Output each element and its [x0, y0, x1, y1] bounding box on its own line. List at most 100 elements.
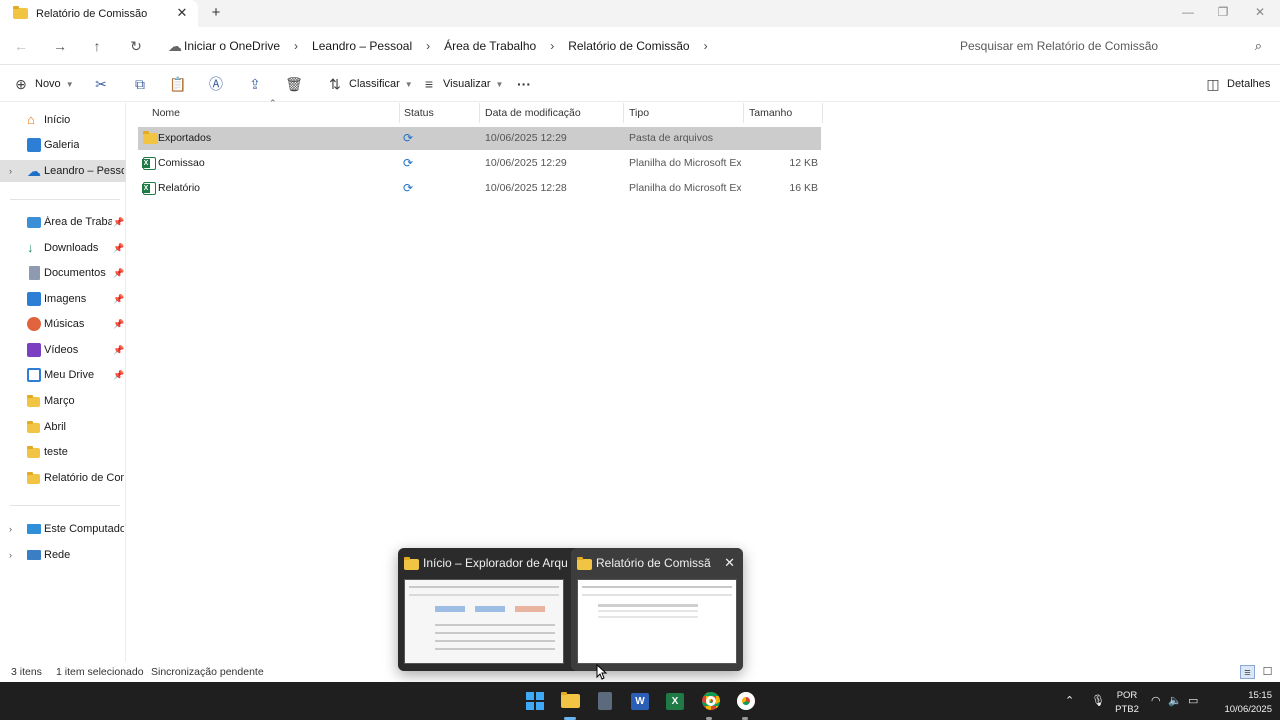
breadcrumb-leandro[interactable]: Leandro – Pessoal	[312, 39, 412, 53]
sidebar-item-musicas[interactable]: Músicas 📌	[0, 313, 126, 335]
up-button[interactable]: ↑	[88, 37, 106, 55]
share-icon[interactable]: ⇪	[245, 74, 265, 94]
chevron-right-icon[interactable]: ›	[704, 39, 708, 53]
pin-icon[interactable]: 📌	[113, 319, 124, 330]
cut-icon[interactable]: ✂	[91, 74, 111, 94]
close-window-button[interactable]: ✕	[1252, 4, 1268, 20]
column-header-size[interactable]: Tamanho	[749, 103, 792, 123]
sidebar-item-este-computador[interactable]: › Este Computador	[0, 518, 126, 540]
sidebar-label: Este Computador	[44, 523, 124, 535]
language-indicator[interactable]: POR	[1112, 690, 1142, 701]
chevron-right-icon[interactable]: ›	[9, 166, 12, 176]
sidebar-item-teste[interactable]: teste	[0, 441, 126, 463]
pin-icon[interactable]: 📌	[113, 370, 124, 381]
sidebar-item-galeria[interactable]: Galeria	[0, 134, 126, 156]
pin-icon[interactable]: 📌	[113, 268, 124, 279]
taskbar-chrome-profile-f[interactable]	[699, 689, 723, 713]
more-options-icon[interactable]: ···	[514, 74, 534, 94]
taskbar-chrome-profile-l[interactable]	[734, 689, 758, 713]
pin-icon[interactable]: 📌	[113, 243, 124, 254]
sidebar-item-marco[interactable]: Março	[0, 390, 126, 412]
file-row-comissao[interactable]: Comissao ⟳ 10/06/2025 12:29 Planilha do …	[138, 152, 821, 175]
close-thumbnail-icon[interactable]: ✕	[724, 555, 735, 571]
clock-date[interactable]: 10/06/2025	[1210, 704, 1272, 715]
breadcrumb-onedrive[interactable]: Iniciar o OneDrive	[184, 39, 280, 53]
sidebar-item-inicio[interactable]: ⌂ Início	[0, 109, 126, 131]
tab-relatorio[interactable]: Relatório de Comissão ✕	[0, 0, 198, 27]
breadcrumb-desktop[interactable]: Área de Trabalho	[444, 39, 536, 53]
forward-button[interactable]: →	[51, 37, 69, 55]
column-header-status[interactable]: Status	[404, 103, 434, 123]
network-icon	[27, 550, 41, 560]
file-row-relatorio[interactable]: Relatório ⟳ 10/06/2025 12:28 Planilha do…	[138, 177, 821, 200]
sync-pending-icon: ⟳	[403, 156, 414, 170]
chevron-right-icon[interactable]: ›	[294, 39, 298, 53]
taskbar-word[interactable]: W	[628, 689, 652, 713]
tiles-view-icon[interactable]: ☐	[1260, 665, 1275, 679]
rename-icon[interactable]: Ⓐ	[206, 74, 226, 94]
sidebar-item-abril[interactable]: Abril	[0, 416, 126, 438]
sidebar-label: Documentos	[44, 267, 106, 279]
keyboard-layout[interactable]: PTB2	[1112, 704, 1142, 715]
sidebar-item-imagens[interactable]: Imagens 📌	[0, 288, 126, 310]
thumbnail-inicio[interactable]: Início – Explorador de Arquivos	[398, 548, 570, 671]
breadcrumb-relatorio[interactable]: Relatório de Comissão	[568, 39, 689, 53]
wifi-icon[interactable]: ◠	[1151, 694, 1161, 707]
pin-icon[interactable]: 📌	[113, 294, 124, 305]
chevron-right-icon[interactable]: ›	[550, 39, 554, 53]
new-tab-button[interactable]: +	[208, 5, 224, 21]
paste-icon[interactable]: 📋	[168, 74, 188, 94]
search-placeholder: Pesquisar em Relatório de Comissão	[960, 39, 1159, 53]
column-divider[interactable]	[623, 103, 624, 123]
new-button[interactable]: ⊕ Novo ▼	[12, 75, 73, 93]
details-button[interactable]: ◫ Detalhes	[1204, 75, 1270, 93]
pin-icon[interactable]: 📌	[113, 345, 124, 356]
view-button[interactable]: ≡ Visualizar ▼	[420, 75, 504, 93]
search-input[interactable]: Pesquisar em Relatório de Comissão ⌕	[948, 32, 1274, 60]
chevron-right-icon[interactable]: ›	[426, 39, 430, 53]
microphone-icon[interactable]: 🎙	[1091, 694, 1105, 707]
taskbar-calculator[interactable]	[593, 689, 617, 713]
refresh-button[interactable]: ↻	[127, 37, 145, 55]
column-header-type[interactable]: Tipo	[629, 103, 649, 123]
file-row-exportados[interactable]: Exportados ⟳ 10/06/2025 12:29 Pasta de a…	[138, 127, 821, 150]
maximize-button[interactable]: ❐	[1215, 4, 1231, 20]
chevron-right-icon[interactable]: ›	[9, 550, 12, 560]
sidebar-item-downloads[interactable]: ↓ Downloads 📌	[0, 237, 126, 259]
thumbnail-relatorio[interactable]: Relatório de Comissão ✕	[571, 548, 743, 671]
copy-icon[interactable]: ⧉	[130, 74, 150, 94]
sidebar-item-documentos[interactable]: Documentos 📌	[0, 262, 126, 284]
column-divider[interactable]	[399, 103, 400, 123]
start-button[interactable]	[523, 689, 547, 713]
sidebar-item-videos[interactable]: Vídeos 📌	[0, 339, 126, 361]
close-tab-icon[interactable]: ✕	[175, 6, 189, 20]
column-divider[interactable]	[479, 103, 480, 123]
sidebar-label: Vídeos	[44, 344, 79, 356]
clock-time[interactable]: 15:15	[1210, 690, 1272, 701]
delete-icon[interactable]: 🗑	[284, 74, 304, 94]
column-divider[interactable]	[743, 103, 744, 123]
column-divider[interactable]	[822, 103, 823, 123]
sort-button[interactable]: ⇅ Classificar ▼	[326, 75, 413, 93]
sidebar-item-leandro-pessoal[interactable]: › ☁ Leandro – Pessoal	[0, 160, 126, 182]
column-header-date[interactable]: Data de modificação	[485, 103, 581, 123]
sidebar-item-rede[interactable]: › Rede	[0, 544, 126, 566]
column-header-name[interactable]: Nome	[152, 103, 180, 123]
details-view-icon[interactable]: ≡	[1240, 665, 1255, 679]
chevron-right-icon[interactable]: ›	[9, 524, 12, 534]
sidebar-item-area-de-trabalho[interactable]: Área de Trabalho 📌	[0, 211, 126, 233]
sidebar-item-relatorio-de-comissao[interactable]: Relatório de Comissão	[0, 467, 126, 489]
back-button[interactable]: ←	[12, 37, 30, 55]
battery-icon[interactable]: ▭	[1188, 694, 1198, 707]
pin-icon[interactable]: 📌	[113, 217, 124, 228]
volume-icon[interactable]: 🔈	[1168, 694, 1182, 707]
search-icon[interactable]: ⌕	[1255, 38, 1262, 54]
minimize-button[interactable]: —	[1180, 4, 1196, 20]
taskbar-excel[interactable]: X	[663, 689, 687, 713]
preview-line	[582, 586, 732, 588]
taskbar-file-explorer[interactable]	[558, 689, 582, 713]
sidebar-divider	[10, 199, 120, 200]
sidebar-label: Março	[44, 395, 75, 407]
chevron-up-icon[interactable]: ⌃	[1065, 694, 1074, 707]
sidebar-item-meu-drive[interactable]: Meu Drive 📌	[0, 364, 126, 386]
